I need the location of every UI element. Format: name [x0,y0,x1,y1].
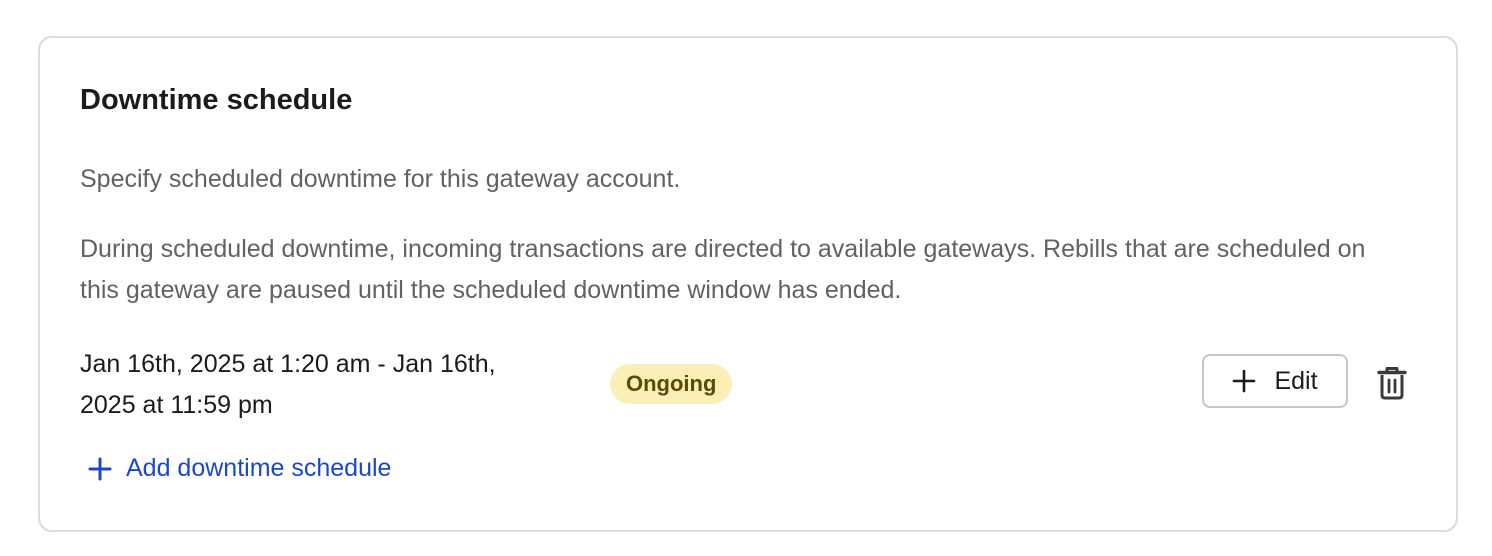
add-downtime-schedule-link[interactable]: Add downtime schedule [88,454,391,483]
date-range-line-2: 2025 at 11:59 pm [80,391,273,419]
plus-icon [88,457,112,480]
trash-icon[interactable] [1376,366,1408,400]
edit-button[interactable]: Edit [1202,354,1348,408]
schedule-date-range: Jan 16th, 2025 at 1:20 am - Jan 16th, 20… [80,344,580,426]
card-title: Downtime schedule [80,84,353,116]
card-description: Specify scheduled downtime for this gate… [80,165,681,193]
card-description-detail: During scheduled downtime, incoming tran… [80,235,1366,304]
date-range-line-1: Jan 16th, 2025 at 1:20 am - Jan 16th, [80,350,496,378]
edit-button-label: Edit [1274,366,1318,395]
schedule-row: Jan 16th, 2025 at 1:20 am - Jan 16th, 20… [80,344,1420,426]
add-downtime-schedule-label: Add downtime schedule [126,454,392,482]
plus-icon [1233,369,1256,393]
downtime-schedule-card: Downtime schedule Specify scheduled down… [38,36,1458,532]
status-badge: Ongoing [610,364,733,404]
